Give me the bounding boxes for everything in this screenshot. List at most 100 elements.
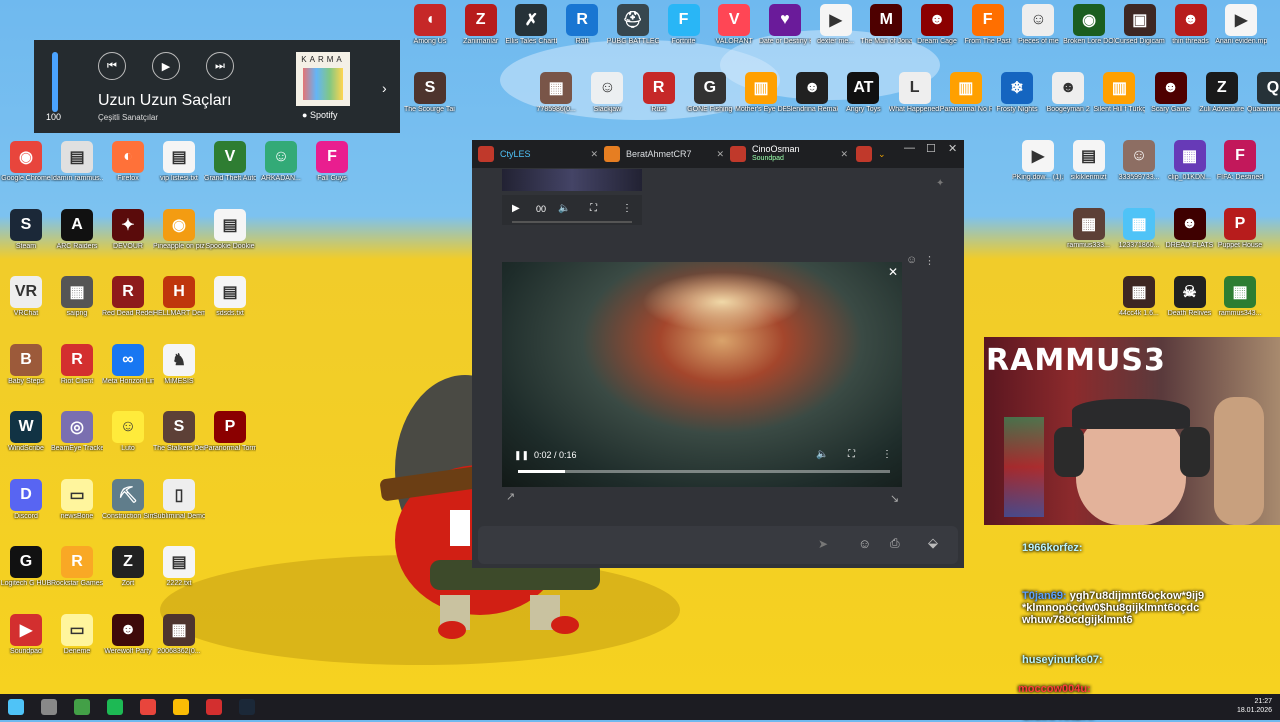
desktop-icon[interactable]: R Raft <box>556 4 608 46</box>
mini-progress[interactable] <box>512 221 632 223</box>
desktop-icon[interactable]: ◉ Google Chrome <box>0 141 52 183</box>
spotify-icon[interactable] <box>107 699 123 715</box>
tab-more[interactable]: ⌄ <box>856 142 896 166</box>
voice-app-icon[interactable] <box>206 699 222 715</box>
desktop-icon[interactable]: ▤ 2222.txt <box>153 546 205 588</box>
desktop-icon[interactable]: ▶ PKing.dow... (1).mp3 <box>1012 140 1064 182</box>
desktop-icon[interactable]: S The Scourge Tai Uong D... <box>404 72 456 114</box>
tab-beratahmetcr7[interactable]: BeratAhmetCR7 ✕ <box>604 142 724 166</box>
desktop-icon[interactable]: ▯ Subliminal Demo <box>153 478 205 521</box>
desktop-icon[interactable]: R Rockstar Games... <box>51 546 103 588</box>
close-icon[interactable]: ✕ <box>888 265 898 279</box>
desktop-icon[interactable]: ▣ Cursed Digicam <box>1114 4 1166 46</box>
desktop-icon[interactable]: ▥ Paranormal No REM - P... <box>940 72 992 114</box>
next-track-button[interactable]: ⏭ <box>206 52 234 80</box>
volume-bar[interactable] <box>52 52 58 112</box>
desktop-icon[interactable]: ▶ dexter me... <box>810 4 862 46</box>
desktop-icon[interactable]: ☻ Scary Game <box>1145 72 1197 114</box>
desktop-icon[interactable]: ▤ İdamın rammus... <box>51 141 103 183</box>
desktop-icon[interactable]: ▭ newsBone <box>51 478 103 521</box>
desktop-icon[interactable]: ▦ 20068362(0... <box>153 613 205 656</box>
fullscreen-icon[interactable]: ⛶ <box>848 449 855 460</box>
more-options-icon[interactable]: ⋮ <box>924 254 935 267</box>
desktop-icon[interactable]: G GONE Fishing <box>684 72 736 114</box>
logitech-icon[interactable] <box>74 699 90 715</box>
desktop-icon[interactable]: ◐ Firefox <box>102 141 154 183</box>
desktop-icon[interactable]: ▶ Soundpad <box>0 613 52 656</box>
previous-track-button[interactable]: ⏮ <box>98 52 126 80</box>
system-tray[interactable]: 21:27 18.01.2026 <box>1237 697 1272 715</box>
close-icon[interactable]: ✕ <box>840 149 848 160</box>
emoji-icon[interactable]: ☺ <box>858 536 871 551</box>
desktop-icon[interactable]: L What Happened... <box>889 72 941 114</box>
message-input[interactable]: ➤ ☺ ⎙ ⬙ <box>478 526 958 564</box>
send-icon[interactable]: ➤ <box>818 537 828 551</box>
volume-icon[interactable]: 🔈 <box>816 449 828 460</box>
desktop-icon[interactable]: ✦ DEVOUR <box>102 208 154 251</box>
emoji-react-icon[interactable]: ☺ <box>906 254 917 266</box>
desktop-icon[interactable]: R Red Dead Redemption <box>102 276 154 318</box>
desktop-icon[interactable]: ◉Pineapple on pizza <box>153 208 205 251</box>
desktop-icon[interactable]: Z Zort <box>102 546 154 588</box>
fullscreen-icon[interactable]: ⛶ <box>590 203 597 214</box>
minimize-button[interactable]: — <box>904 142 915 154</box>
desktop-icon[interactable]: ▦ 7785986(0... <box>530 72 582 114</box>
desktop-icon[interactable]: ☺ Slackjaw <box>581 72 633 114</box>
search-icon[interactable] <box>41 699 57 715</box>
desktop-icon[interactable]: ▦ rammus343... <box>1214 276 1266 318</box>
desktop-icon[interactable]: ☺ ARKADAN... <box>255 141 307 183</box>
desktop-icon[interactable]: ▤ sikiklerimizt <box>1063 140 1115 182</box>
desktop-icon[interactable]: ✗ Ellis Tales Chartbound <box>505 4 557 46</box>
tab-ctyles[interactable]: CtyLES ✕ <box>478 142 598 166</box>
steam-icon[interactable] <box>239 699 255 715</box>
desktop-icon[interactable]: ☺ 333599733... <box>1113 140 1165 182</box>
chrome-icon-2[interactable] <box>173 699 189 715</box>
desktop-icon[interactable]: ☻ Dream Cage <box>911 4 963 46</box>
desktop-icon[interactable]: ∞ Meta Horizon Link <box>102 343 154 386</box>
tab-cinoosman[interactable]: CinoOsman Soundpad ✕ <box>730 142 848 166</box>
desktop-icon[interactable]: ▦ rammus333... <box>1063 208 1115 250</box>
desktop-icon[interactable]: G Logitech G HUB <box>0 546 52 588</box>
desktop-icon[interactable]: ▶ Anani eviden.mp3 <box>1215 4 1267 46</box>
close-icon[interactable]: ✕ <box>590 149 598 160</box>
video-player[interactable]: ✕ ❚❚ 0:02 / 0:16 🔈 ⛶ ⋮ <box>502 262 902 487</box>
open-external-icon[interactable]: ↗ <box>506 490 515 503</box>
desktop-icon[interactable]: B Baby Steps <box>0 343 52 386</box>
attach-icon[interactable]: ⎙ <box>890 536 900 551</box>
desktop-icon[interactable]: ❄ Frosty Nights <box>991 72 1043 114</box>
desktop-icon[interactable]: ▦ 123371860... <box>1113 208 1165 250</box>
more-options-icon[interactable]: ⋮ <box>622 203 632 214</box>
desktop-icon[interactable]: ☠ Death Relives <box>1164 276 1216 318</box>
desktop-icon[interactable]: Z Zuli Adventure <box>1196 72 1248 114</box>
desktop-icon[interactable]: F FIFA: Destined <box>1214 140 1266 182</box>
desktop-icon[interactable]: ⛑ PUBG BATTLEGR... <box>607 4 659 46</box>
desktop-icon[interactable]: ☻ Boogeyman 2 <box>1042 72 1094 114</box>
close-icon[interactable]: ✕ <box>716 149 724 160</box>
desktop-icon[interactable]: D Discord <box>0 478 52 521</box>
desktop-icon[interactable]: S Steam <box>0 208 52 251</box>
desktop-icon[interactable]: AT Angry Toys <box>837 72 889 114</box>
desktop-icon[interactable]: ▥ Silent Hill f Türkçe Ya... <box>1093 72 1145 114</box>
desktop-icon[interactable]: ☻ thin threads <box>1165 4 1217 46</box>
desktop-icon[interactable]: ☻ Werewolf Party <box>102 613 154 656</box>
desktop-icon[interactable]: ▦ saipng <box>51 276 103 318</box>
desktop-icon[interactable]: ▦ 44cc4k 1.6... <box>1113 276 1165 318</box>
desktop-icon[interactable]: ☺ Luto <box>102 411 154 453</box>
play-button[interactable]: ▶ <box>152 52 180 80</box>
desktop-icon[interactable]: ♥ Date or Destiny Ki... <box>759 4 811 46</box>
desktop-icon[interactable]: Z Zanimanlar <box>455 4 507 46</box>
maximize-button[interactable]: ☐ <box>926 142 936 155</box>
desktop-icon[interactable]: Q Quarantine Zone: The... <box>1247 72 1280 114</box>
chevron-right-icon[interactable]: › <box>382 80 387 96</box>
desktop-icon[interactable]: ▥ Mother's Eye DEMO.zip <box>735 72 787 114</box>
desktop-icon[interactable]: H HELLMART Demo <box>153 276 205 318</box>
desktop-icon[interactable]: ◉ Broken Lore DON'T W... <box>1063 4 1115 46</box>
microphone-icon[interactable]: ⬙ <box>928 535 938 551</box>
desktop-icon[interactable]: P Puppet House <box>1214 208 1266 250</box>
desktop-icon[interactable]: ▦ clip_01KDN... <box>1164 140 1216 182</box>
more-options-icon[interactable]: ⋮ <box>882 449 892 460</box>
desktop-icon[interactable]: ▤ vip listesi.txt <box>153 141 205 183</box>
chrome-icon[interactable] <box>140 699 156 715</box>
close-window-button[interactable]: ✕ <box>948 142 957 155</box>
desktop-icon[interactable]: W WindScribe <box>0 411 52 453</box>
